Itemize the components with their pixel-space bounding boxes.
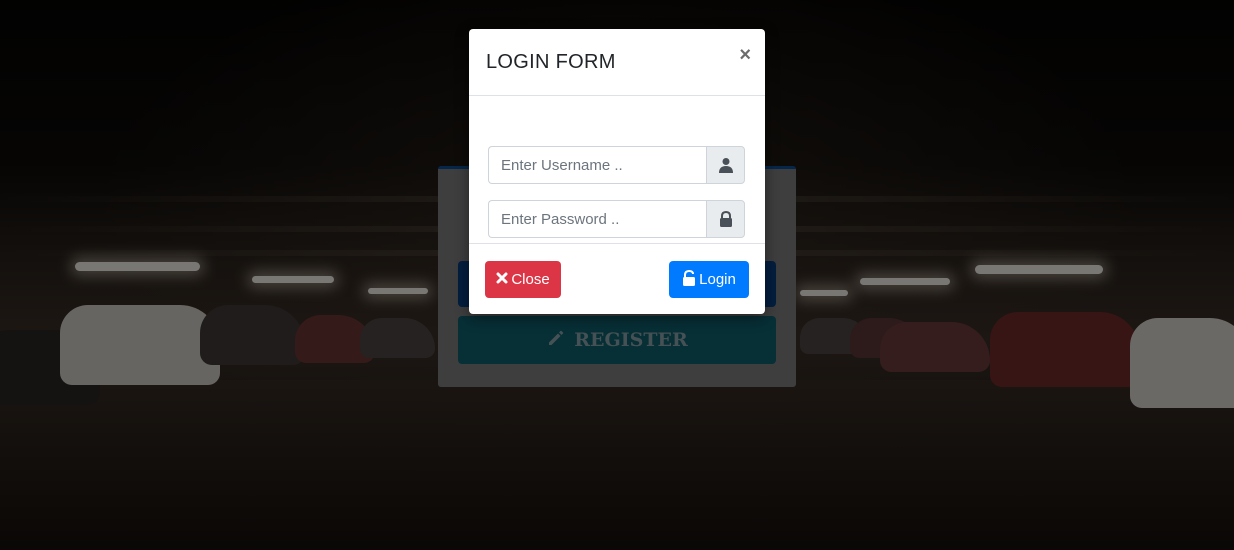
login-button[interactable]: Login bbox=[669, 261, 749, 298]
page: REGISTER LOGIN FORM × bbox=[0, 0, 1234, 550]
unlock-icon bbox=[682, 269, 696, 290]
username-input[interactable] bbox=[488, 146, 706, 184]
modal-title: LOGIN FORM bbox=[486, 51, 616, 73]
close-button-label: Close bbox=[511, 271, 550, 288]
modal-body bbox=[469, 96, 765, 244]
password-input[interactable] bbox=[488, 200, 706, 238]
close-button[interactable]: Close bbox=[485, 261, 561, 298]
login-button-label: Login bbox=[699, 271, 736, 288]
login-modal: LOGIN FORM × Enter Username .. Close Log… bbox=[469, 29, 765, 314]
modal-footer: Close Login bbox=[469, 244, 765, 314]
username-group bbox=[488, 146, 745, 184]
password-group bbox=[488, 200, 745, 238]
user-icon bbox=[706, 146, 745, 184]
close-icon[interactable]: × bbox=[739, 45, 751, 65]
modal-header: LOGIN FORM × bbox=[469, 29, 765, 96]
times-icon bbox=[496, 271, 508, 288]
lock-icon bbox=[706, 200, 745, 238]
